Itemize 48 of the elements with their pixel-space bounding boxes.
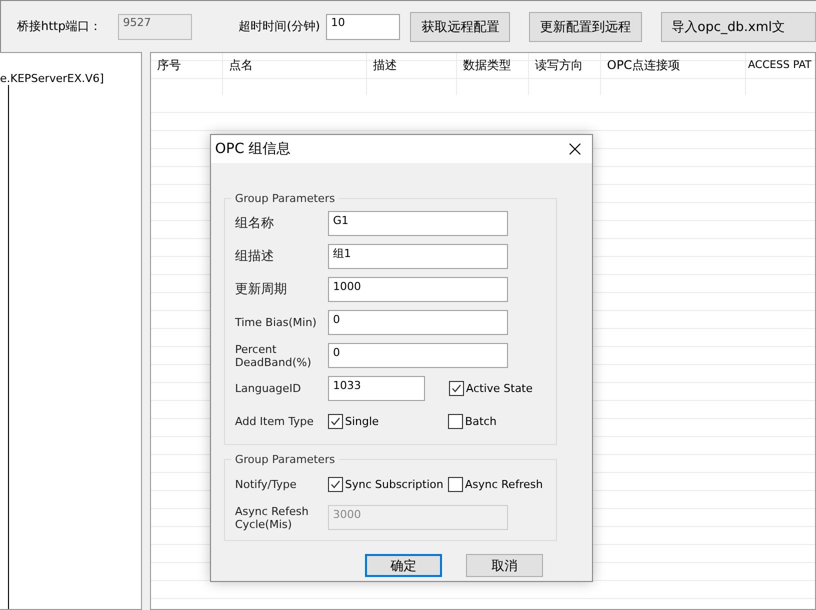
field-label: LanguageID bbox=[235, 382, 302, 395]
column-header[interactable]: 描述 bbox=[367, 53, 457, 95]
input-field[interactable]: G1 bbox=[328, 211, 508, 236]
field-label: Async Refesh Cycle(Mis) bbox=[235, 504, 310, 530]
field-label: Percent DeadBand(%) bbox=[235, 342, 312, 368]
column-header[interactable]: 点名 bbox=[223, 53, 367, 95]
timeout-label: 超时时间(分钟) bbox=[238, 18, 320, 35]
field-label: Add Item Type bbox=[235, 415, 315, 428]
checkbox[interactable] bbox=[328, 477, 343, 492]
check-icon bbox=[330, 479, 341, 490]
option-label[interactable]: Sync Subscription bbox=[328, 477, 448, 492]
checkbox[interactable] bbox=[448, 414, 463, 429]
dialog-button[interactable]: 确定 bbox=[365, 554, 442, 577]
field-label: Time Bias(Min) bbox=[235, 316, 318, 329]
checkbox[interactable] bbox=[448, 477, 463, 492]
port-label: 桥接http端口： bbox=[17, 18, 102, 35]
checkbox[interactable] bbox=[328, 414, 343, 429]
dialog-title: OPC 组信息 bbox=[215, 140, 291, 158]
column-header[interactable]: 读写方向 bbox=[529, 53, 601, 95]
input-field[interactable]: 1033 bbox=[328, 376, 425, 401]
column-header[interactable]: 数据类型 bbox=[457, 53, 529, 95]
field-label: 更新周期 bbox=[235, 283, 288, 296]
check-icon bbox=[451, 383, 462, 394]
input-field[interactable]: 1000 bbox=[328, 277, 508, 302]
timeout-field[interactable]: 10 bbox=[326, 14, 400, 40]
input-field[interactable]: 组1 bbox=[328, 244, 508, 269]
tree-item[interactable]: e.KEPServerEX.V6] bbox=[0, 72, 104, 85]
group-title: Group Parameters bbox=[234, 453, 336, 466]
close-button[interactable]: × bbox=[558, 135, 592, 163]
input-field[interactable]: 0 bbox=[328, 343, 508, 368]
option-label[interactable]: Single bbox=[328, 414, 448, 429]
field-label: 组描述 bbox=[235, 250, 275, 263]
option-label[interactable]: Batch bbox=[448, 414, 497, 429]
checkbox[interactable] bbox=[449, 381, 464, 396]
field-label: Notify/Type bbox=[235, 478, 298, 491]
dialog-button[interactable]: 取消 bbox=[466, 554, 543, 577]
column-header[interactable]: 序号 bbox=[151, 53, 223, 95]
toolbar-button[interactable]: 更新配置到远程 bbox=[528, 12, 642, 42]
option-label[interactable]: Active State bbox=[449, 381, 533, 396]
field-label: 组名称 bbox=[235, 217, 275, 230]
column-header[interactable]: ACCESS PAT bbox=[746, 53, 815, 95]
column-header[interactable]: OPC点连接项 bbox=[601, 53, 746, 95]
group-title: Group Parameters bbox=[234, 192, 336, 205]
check-icon bbox=[330, 416, 341, 427]
toolbar-button[interactable]: 获取远程配置 bbox=[410, 12, 510, 42]
toolbar-button[interactable]: 导入opc_db.xml文 bbox=[660, 12, 816, 42]
input-field[interactable]: 0 bbox=[328, 310, 508, 335]
option-label[interactable]: Async Refresh bbox=[448, 477, 543, 492]
